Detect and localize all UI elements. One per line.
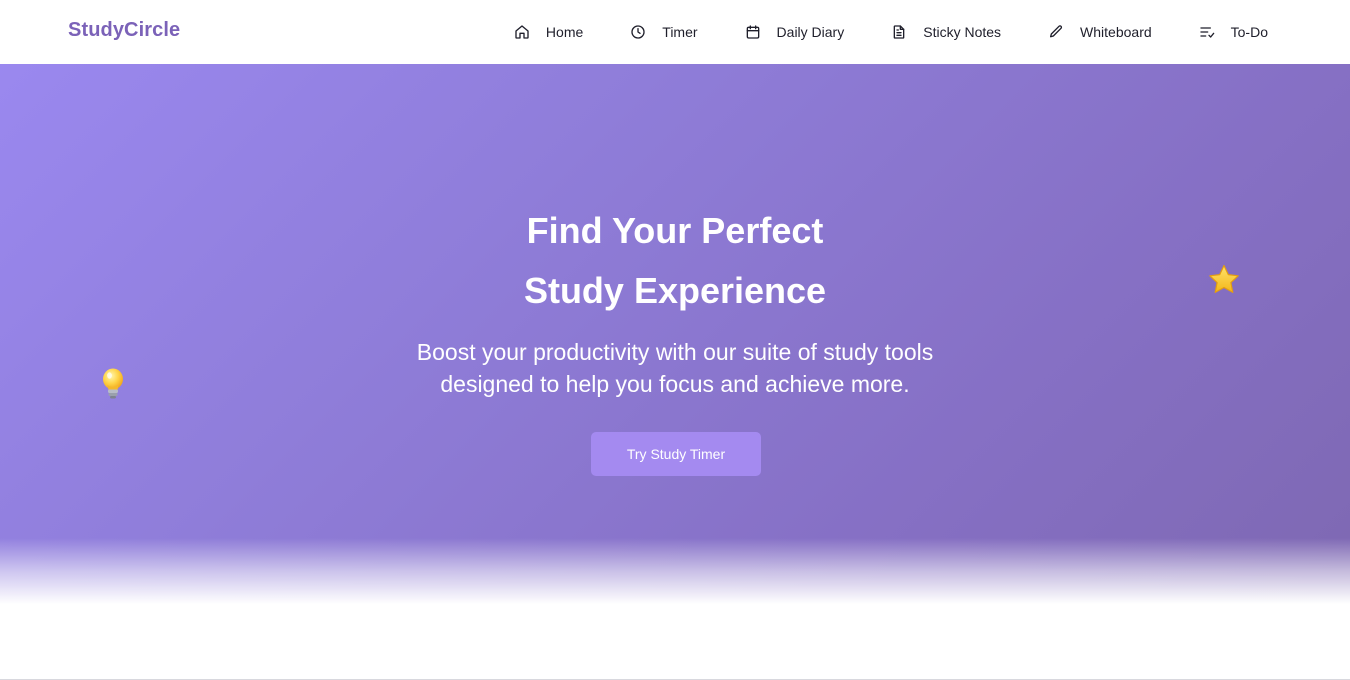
hero-subtitle: Boost your productivity with our suite o… [0,336,1350,400]
nav-item-whiteboard[interactable]: Whiteboard [1048,0,1152,64]
nav-item-label: Timer [662,24,698,40]
document-icon [891,24,907,40]
hero-title-line1: Find Your Perfect [526,210,824,251]
nav-item-label: Whiteboard [1080,24,1152,40]
nav-item-home[interactable]: Home [514,0,583,64]
star-icon [1207,263,1241,297]
hero-bottom-fade [0,538,1350,604]
calendar-icon [745,24,761,40]
nav-menu: Home Timer Daily Diary Sticky Notes Whit… [514,0,1268,64]
list-check-icon [1199,24,1215,40]
nav-item-label: Daily Diary [776,24,845,40]
nav-item-to-do[interactable]: To-Do [1199,0,1268,64]
hero-section: Find Your Perfect Study Experience Boost… [0,64,1350,604]
try-study-timer-button[interactable]: Try Study Timer [591,432,761,476]
hero-title-line2: Study Experience [523,270,827,311]
nav-item-label: Home [545,24,584,40]
pencil-icon [1048,24,1064,40]
nav-item-label: To-Do [1230,24,1268,40]
nav-item-daily-diary[interactable]: Daily Diary [745,0,845,64]
hero-subtitle-line1: Boost your productivity with our suite o… [416,339,934,365]
home-icon [514,24,530,40]
top-navbar: StudyCircle Home Timer Daily Diary Stick… [0,0,1350,64]
nav-item-label: Sticky Notes [923,24,1002,40]
hero-subtitle-line2: designed to help you focus and achieve m… [440,371,910,397]
brand-logo[interactable]: StudyCircle [68,19,180,42]
clock-icon [630,24,646,40]
nav-item-sticky-notes[interactable]: Sticky Notes [891,0,1001,64]
lightbulb-icon [98,367,128,401]
nav-item-timer[interactable]: Timer [630,0,698,64]
